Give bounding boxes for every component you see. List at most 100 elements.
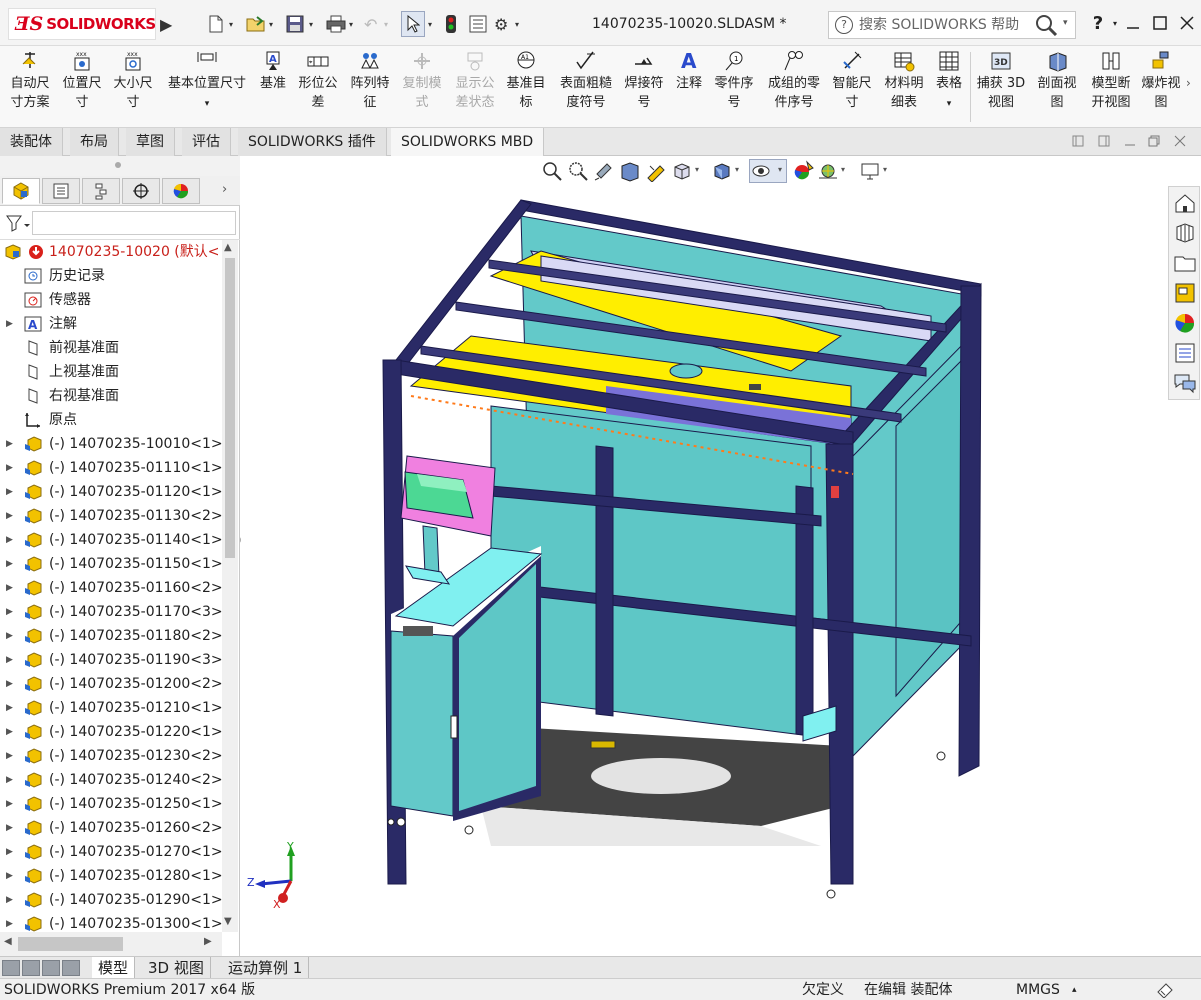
filter-icon[interactable]: [6, 214, 30, 232]
tree-component-row[interactable]: ▶ (-) 14070235-01230<2>: [0, 744, 222, 768]
tab-solidworks-addins[interactable]: SOLIDWORKS 插件: [238, 128, 387, 156]
search-dropdown-icon[interactable]: ▾: [1063, 18, 1068, 28]
auto-dim-scheme-button[interactable]: 自动尺 寸方案: [4, 50, 56, 112]
doc-minimize-icon[interactable]: [1124, 135, 1136, 150]
doc-close-icon[interactable]: [1174, 135, 1186, 150]
file-properties-icon[interactable]: [469, 13, 487, 35]
basic-location-dropdown-icon[interactable]: ▾: [205, 99, 210, 109]
tree-vertical-scrollbar[interactable]: ▲ ▼: [222, 240, 238, 932]
select-dropdown-icon[interactable]: ▾: [428, 13, 432, 35]
table-button[interactable]: 表格 ▾: [932, 50, 966, 114]
expand-arrow-icon[interactable]: ▶: [6, 840, 13, 864]
tree-item-front-plane[interactable]: 前视基准面: [0, 336, 222, 360]
expand-arrow-icon[interactable]: ▶: [6, 912, 13, 932]
expand-arrow-icon[interactable]: ▶: [6, 432, 13, 456]
tree-root-assembly[interactable]: 14070235-10020 (默认<: [0, 240, 222, 264]
expand-arrow-icon[interactable]: ▶: [6, 576, 13, 600]
panel-grip[interactable]: [0, 156, 240, 176]
tab-sketch[interactable]: 草图: [126, 128, 175, 156]
capture-3d-view-button[interactable]: 3D 捕获 3D 视图: [974, 50, 1028, 112]
stacked-balloon-button[interactable]: 成组的零 件序号: [762, 50, 826, 112]
tree-component-row[interactable]: ▶ (-) 14070235-01190<3>: [0, 648, 222, 672]
expand-arrow-icon[interactable]: ▶: [6, 456, 13, 480]
pattern-feature-button[interactable]: 阵列特 征: [346, 50, 394, 112]
search-icon[interactable]: [1035, 14, 1059, 37]
weld-symbol-button[interactable]: 焊接符 号: [620, 50, 668, 112]
expand-arrow-icon[interactable]: ▶: [6, 816, 13, 840]
tab-solidworks-mbd[interactable]: SOLIDWORKS MBD: [391, 128, 545, 156]
print-dropdown-icon[interactable]: ▾: [349, 13, 353, 35]
new-document-icon[interactable]: [208, 13, 224, 35]
tree-component-row[interactable]: ▶ (-) 14070235-01130<2>: [0, 504, 222, 528]
expand-arrow-icon[interactable]: ▶: [6, 480, 13, 504]
basic-location-dim-button[interactable]: 基本位置尺寸 ▾: [162, 50, 252, 114]
configuration-manager-tab[interactable]: [82, 178, 120, 204]
expand-arrow-icon[interactable]: ▶: [6, 696, 13, 720]
dimxpert-manager-tab[interactable]: [122, 178, 160, 204]
pane-pin-icon[interactable]: [1072, 135, 1084, 150]
tree-component-row[interactable]: ▶ (-) 14070235-01210<1>: [0, 696, 222, 720]
display-manager-tab[interactable]: [162, 178, 200, 204]
explode-view-button[interactable]: 爆炸视 图: [1138, 50, 1184, 112]
property-manager-tab[interactable]: [42, 178, 80, 204]
bom-button[interactable]: 材料明 细表: [880, 50, 928, 112]
bottom-tab-motion-study[interactable]: 运动算例 1: [222, 957, 310, 979]
expand-arrow-icon[interactable]: ▶: [6, 864, 13, 888]
feature-manager-tab[interactable]: [2, 178, 40, 204]
undo-dropdown-icon[interactable]: ▾: [384, 13, 388, 35]
options-dropdown-icon[interactable]: ▾: [515, 13, 519, 35]
doc-restore-icon[interactable]: [1148, 135, 1160, 150]
help-search-input[interactable]: [859, 14, 1029, 36]
pane-split-icon[interactable]: [1098, 135, 1110, 150]
menu-expand-icon[interactable]: ▶: [160, 13, 172, 35]
tree-hscroll-thumb[interactable]: [18, 937, 123, 951]
tree-item-top-plane[interactable]: 上视基准面: [0, 360, 222, 384]
file-explorer-icon[interactable]: [1173, 251, 1197, 275]
expand-arrow-icon[interactable]: ▶: [6, 744, 13, 768]
status-units[interactable]: MMGS: [1016, 979, 1060, 1000]
expand-arrow-icon[interactable]: ▶: [6, 528, 13, 552]
scroll-right-icon[interactable]: ▶: [204, 936, 212, 947]
tree-component-row[interactable]: ▶ (-) 14070235-01220<1>: [0, 720, 222, 744]
section-view-button[interactable]: 剖面视 图: [1032, 50, 1082, 112]
solidworks-logo[interactable]: ƎS SOLIDWORKS: [8, 8, 156, 40]
tree-component-row[interactable]: ▶ (-) 14070235-01170<3>: [0, 600, 222, 624]
table-dropdown-icon[interactable]: ▾: [947, 99, 952, 109]
units-dropdown-icon[interactable]: ▴: [1072, 979, 1077, 1000]
balloon-button[interactable]: 1 零件序 号: [710, 50, 758, 112]
design-library-icon[interactable]: [1173, 221, 1197, 245]
copy-scheme-button[interactable]: 复制模 式: [398, 50, 446, 112]
expand-arrow-icon[interactable]: ▶: [6, 768, 13, 792]
scroll-down-icon[interactable]: ▼: [224, 916, 232, 927]
expand-arrow-icon[interactable]: ▶: [6, 672, 13, 696]
tree-item-sensors[interactable]: 传感器: [0, 288, 222, 312]
tree-component-row[interactable]: ▶ (-) 14070235-01250<1>: [0, 792, 222, 816]
tree-component-row[interactable]: ▶ (-) 14070235-01240<2>: [0, 768, 222, 792]
tree-component-row[interactable]: ▶ (-) 14070235-01280<1>: [0, 864, 222, 888]
select-arrow-icon[interactable]: [401, 11, 425, 37]
tree-component-row[interactable]: ▶ (-) 14070235-01180<2>: [0, 624, 222, 648]
tree-item-origin[interactable]: 原点: [0, 408, 222, 432]
tree-component-row[interactable]: ▶ (-) 14070235-01290<1>: [0, 888, 222, 912]
open-document-icon[interactable]: [246, 13, 266, 35]
next-tab-icon[interactable]: [42, 960, 60, 976]
tree-component-row[interactable]: ▶ (-) 14070235-01120<1>: [0, 480, 222, 504]
scroll-up-icon[interactable]: ▲: [224, 242, 232, 253]
tree-filter-input[interactable]: [32, 211, 236, 235]
size-dim-button[interactable]: xxx 大小尺 寸: [108, 50, 158, 112]
bottom-tab-3d-view[interactable]: 3D 视图: [142, 957, 211, 979]
surface-finish-button[interactable]: 表面粗糙 度符号: [554, 50, 618, 112]
expand-arrow-icon[interactable]: ▶: [6, 624, 13, 648]
rebuild-traffic-light-icon[interactable]: [445, 13, 457, 35]
expand-arrow-icon[interactable]: ▶: [6, 648, 13, 672]
tree-horizontal-scrollbar[interactable]: ◀ ▶: [0, 932, 222, 956]
tree-item-right-plane[interactable]: 右视基准面: [0, 384, 222, 408]
geo-tolerance-button[interactable]: ⌖ 形位公 差: [294, 50, 342, 112]
forum-icon[interactable]: [1173, 371, 1197, 395]
expand-arrow-icon[interactable]: ▶: [6, 312, 13, 336]
open-dropdown-icon[interactable]: ▾: [269, 13, 273, 35]
tab-assembly[interactable]: 装配体: [0, 128, 63, 156]
custom-properties-icon[interactable]: [1173, 341, 1197, 365]
tree-scroll-thumb[interactable]: [225, 258, 235, 558]
tree-component-row[interactable]: ▶ (-) 14070235-01160<2>: [0, 576, 222, 600]
